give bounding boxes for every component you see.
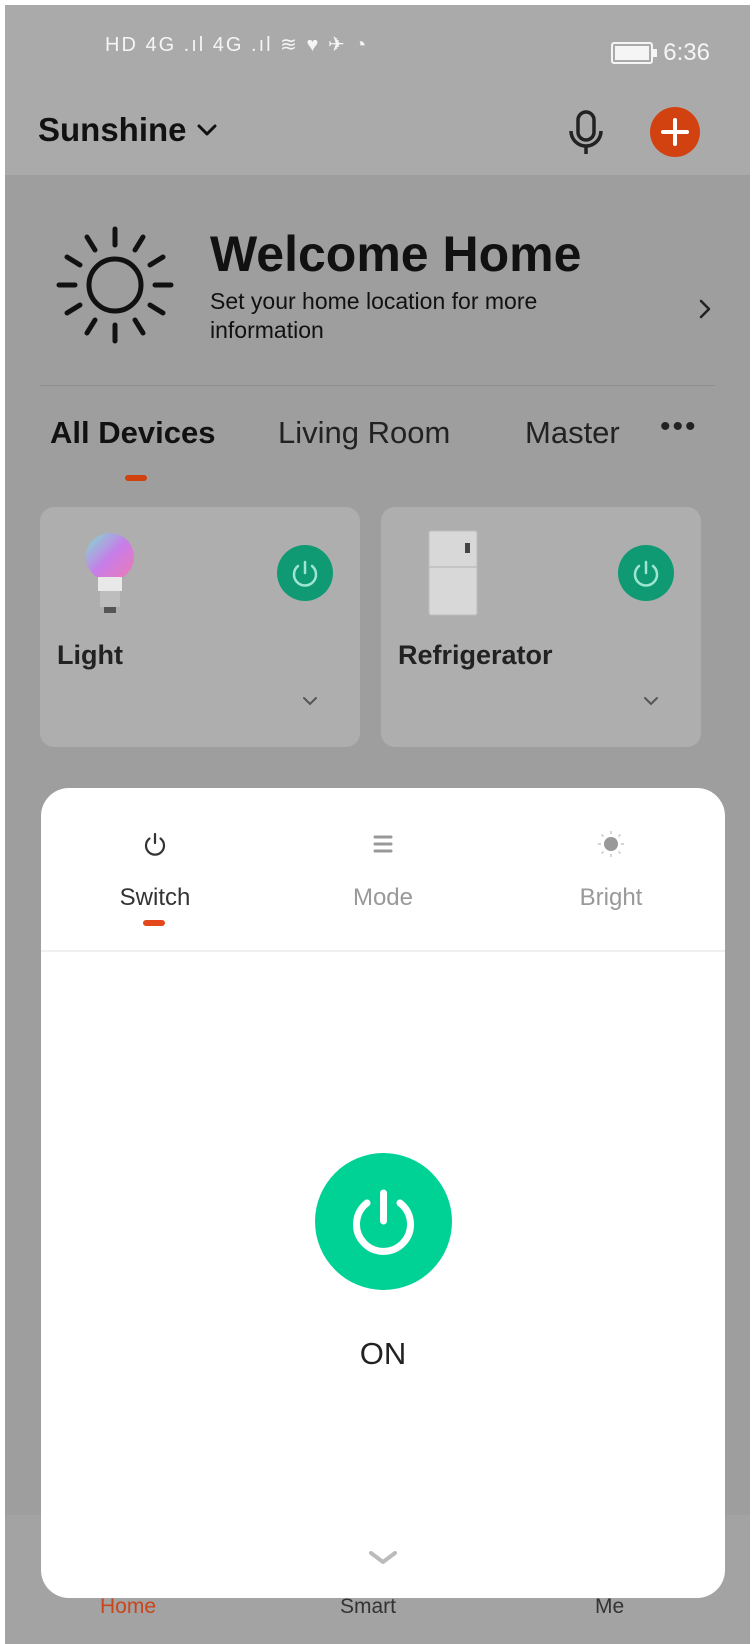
device-name: Light [57, 640, 123, 670]
main-power-button[interactable] [315, 1153, 452, 1290]
status-right: 6:36 [611, 39, 710, 67]
power-icon [144, 832, 166, 856]
status-bar: HD 4G .ıl 4G .ıl ≋ ♥ ✈ ◔ 6:36 [5, 5, 750, 95]
collapse-chevron-icon[interactable] [368, 1548, 398, 1568]
light-power-button[interactable] [277, 545, 333, 601]
power-icon [353, 1189, 414, 1255]
divider [40, 385, 715, 386]
power-icon [292, 560, 318, 587]
tab-active-indicator [143, 920, 165, 926]
tab-bright-label: Bright [579, 884, 643, 911]
nav-smart[interactable]: Smart [340, 1595, 396, 1619]
tab-mode[interactable]: Mode [269, 788, 497, 950]
tab-master[interactable]: Master [525, 415, 620, 451]
top-header: Sunshine [5, 95, 750, 175]
tab-all-devices[interactable]: All Devices [50, 415, 215, 451]
refrigerator-power-button[interactable] [618, 545, 674, 601]
add-icon [661, 118, 689, 146]
home-selector[interactable]: Sunshine [38, 111, 217, 149]
status-icons: HD 4G .ıl 4G .ıl ≋ ♥ ✈ ◔ [105, 34, 369, 56]
battery-icon [611, 42, 658, 64]
add-device-button[interactable] [650, 107, 700, 157]
weather-sun-icon [56, 226, 174, 344]
chevron-down-icon [197, 124, 217, 136]
microphone-icon[interactable] [565, 109, 607, 157]
tab-mode-label: Mode [352, 884, 414, 911]
nav-home[interactable]: Home [100, 1595, 156, 1619]
control-tabs: Switch Mode Bright [41, 788, 725, 952]
tab-active-indicator [125, 475, 147, 481]
tab-switch[interactable]: Switch [41, 788, 269, 950]
nav-me[interactable]: Me [595, 1595, 624, 1619]
app-screen: HD 4G .ıl 4G .ıl ≋ ♥ ✈ ◔ 6:36 Sunshine W… [5, 5, 750, 1644]
brightness-icon [598, 831, 624, 857]
refrigerator-icon [428, 530, 478, 616]
welcome-title: Welcome Home [210, 226, 582, 282]
welcome-subtitle: Set your home location for more informat… [210, 288, 538, 343]
power-state-label: ON [359, 1336, 407, 1371]
home-name: Sunshine [38, 111, 187, 148]
tab-living-room[interactable]: Living Room [278, 415, 450, 451]
device-name: Refrigerator [398, 640, 553, 670]
chevron-down-icon[interactable] [643, 695, 659, 707]
chevron-down-icon[interactable] [302, 695, 318, 707]
list-icon [373, 835, 393, 853]
chevron-right-icon [699, 299, 711, 319]
tab-switch-label: Switch [119, 884, 191, 911]
light-bulb-icon [86, 533, 134, 613]
device-control-sheet: Switch Mode Bright ON [41, 788, 725, 1598]
welcome-banner[interactable]: Welcome Home Set your home location for … [5, 175, 750, 385]
tab-bright[interactable]: Bright [497, 788, 725, 950]
more-rooms-icon[interactable]: ••• [660, 410, 698, 444]
device-card-light[interactable]: Light [40, 507, 360, 747]
power-icon [633, 560, 659, 587]
device-card-refrigerator[interactable]: Refrigerator [381, 507, 701, 747]
status-time: 6:36 [663, 39, 710, 66]
